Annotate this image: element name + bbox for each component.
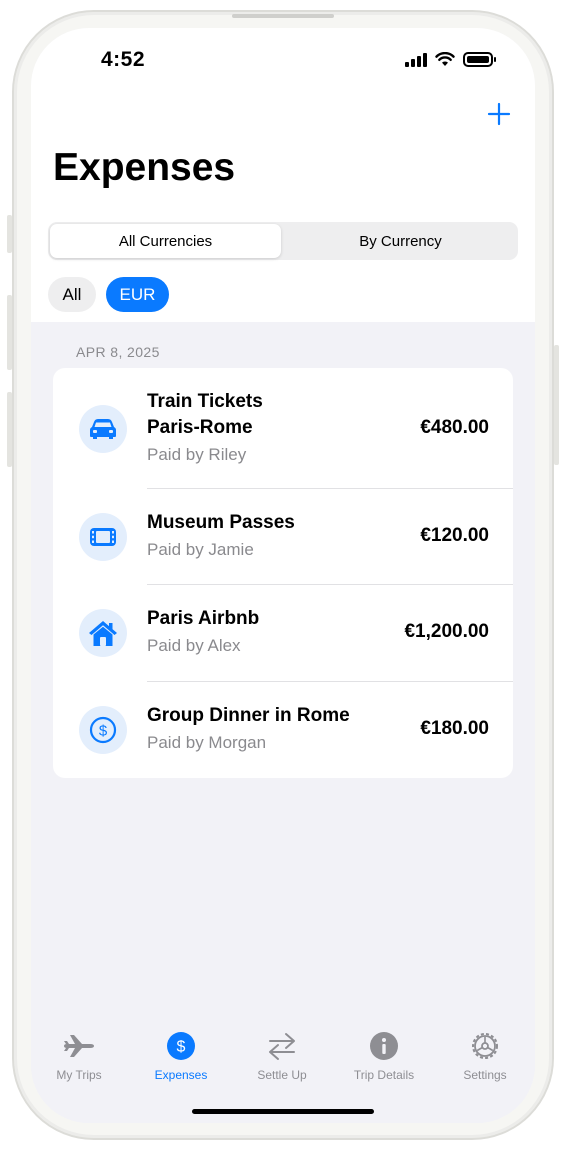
expense-row-group-dinner[interactable]: $ Group Dinner in Rome Paid by Morgan €1… <box>53 682 513 778</box>
expense-row-text: Paris Airbnb Paid by Alex <box>147 606 259 658</box>
expense-row-text: Museum Passes Paid by Jamie <box>147 510 295 562</box>
tab-settings[interactable]: Settings <box>435 1030 535 1082</box>
expense-amount: €180.00 <box>420 718 489 739</box>
section-date-header: APR 8, 2025 <box>76 344 160 360</box>
screen: 4:52 Expenses All Currencies By Currency… <box>31 28 535 1123</box>
ticket-icon <box>79 513 127 561</box>
plus-icon[interactable] <box>487 102 511 126</box>
tab-expenses[interactable]: $ Expenses <box>131 1030 231 1082</box>
tab-label: My Trips <box>56 1068 102 1082</box>
tab-label: Expenses <box>154 1068 208 1082</box>
expense-row-paris-airbnb[interactable]: Paris Airbnb Paid by Alex €1,200.00 <box>53 585 513 682</box>
airplane-icon <box>63 1030 95 1062</box>
expense-title: Train Tickets <box>147 391 263 412</box>
expense-amount: €1,200.00 <box>404 621 489 642</box>
tab-label: Settings <box>463 1068 507 1082</box>
power-button <box>554 345 559 465</box>
svg-text:$: $ <box>177 1039 186 1056</box>
dollar-circle-icon: $ <box>165 1030 197 1062</box>
car-icon <box>79 405 127 453</box>
expense-paid-by: Paid by Morgan <box>147 733 267 752</box>
expense-row-text: Train Tickets Paris-Rome Paid by Riley <box>147 389 263 467</box>
gear-icon <box>469 1030 501 1062</box>
svg-text:$: $ <box>99 723 108 740</box>
page-title: Expenses <box>53 146 236 189</box>
expense-paid-by: Paid by Jamie <box>147 540 254 559</box>
tab-label: Settle Up <box>257 1068 307 1082</box>
expense-paid-by: Paid by Alex <box>147 636 241 655</box>
battery-icon <box>463 52 496 67</box>
wifi-icon <box>435 52 455 66</box>
filter-chip-eur[interactable]: EUR <box>106 277 169 312</box>
action-button <box>7 215 12 253</box>
status-icons <box>405 52 496 67</box>
tab-bar: My Trips $ Expenses Settle Up Trip Detai… <box>31 1018 535 1123</box>
segment-all-currencies[interactable]: All Currencies <box>50 224 281 258</box>
expense-amount: €120.00 <box>420 525 489 546</box>
expense-row-museum-passes[interactable]: Museum Passes Paid by Jamie €120.00 <box>53 489 513 585</box>
expense-row-text: Group Dinner in Rome Paid by Morgan <box>147 703 350 755</box>
arrows-left-right-icon <box>266 1030 298 1062</box>
info-circle-icon <box>368 1030 400 1062</box>
status-time: 4:52 <box>101 48 146 71</box>
volume-up-button <box>7 295 12 370</box>
expense-paid-by: Paid by Riley <box>147 445 247 464</box>
volume-down-button <box>7 392 12 467</box>
home-indicator <box>192 1109 374 1114</box>
dollar-circle-icon: $ <box>79 706 127 754</box>
expense-title: Museum Passes <box>147 512 295 533</box>
house-icon <box>79 609 127 657</box>
expense-row-train-tickets[interactable]: Train Tickets Paris-Rome Paid by Riley €… <box>53 368 513 489</box>
expense-amount: €480.00 <box>420 417 489 438</box>
tab-settle-up[interactable]: Settle Up <box>232 1030 332 1082</box>
expense-title: Paris Airbnb <box>147 608 260 629</box>
segment-by-currency[interactable]: By Currency <box>285 224 516 258</box>
expense-title-line2: Paris-Rome <box>147 417 253 438</box>
expense-title: Group Dinner in Rome <box>147 705 350 726</box>
cellular-signal-icon <box>405 52 427 67</box>
expense-list: Train Tickets Paris-Rome Paid by Riley €… <box>53 368 513 778</box>
currency-segmented-control: All Currencies By Currency <box>48 222 518 260</box>
tab-label: Trip Details <box>353 1068 415 1082</box>
tab-my-trips[interactable]: My Trips <box>31 1030 129 1082</box>
tab-trip-details[interactable]: Trip Details <box>334 1030 434 1082</box>
speaker-slot <box>232 14 334 18</box>
filter-chip-all[interactable]: All <box>48 277 96 312</box>
